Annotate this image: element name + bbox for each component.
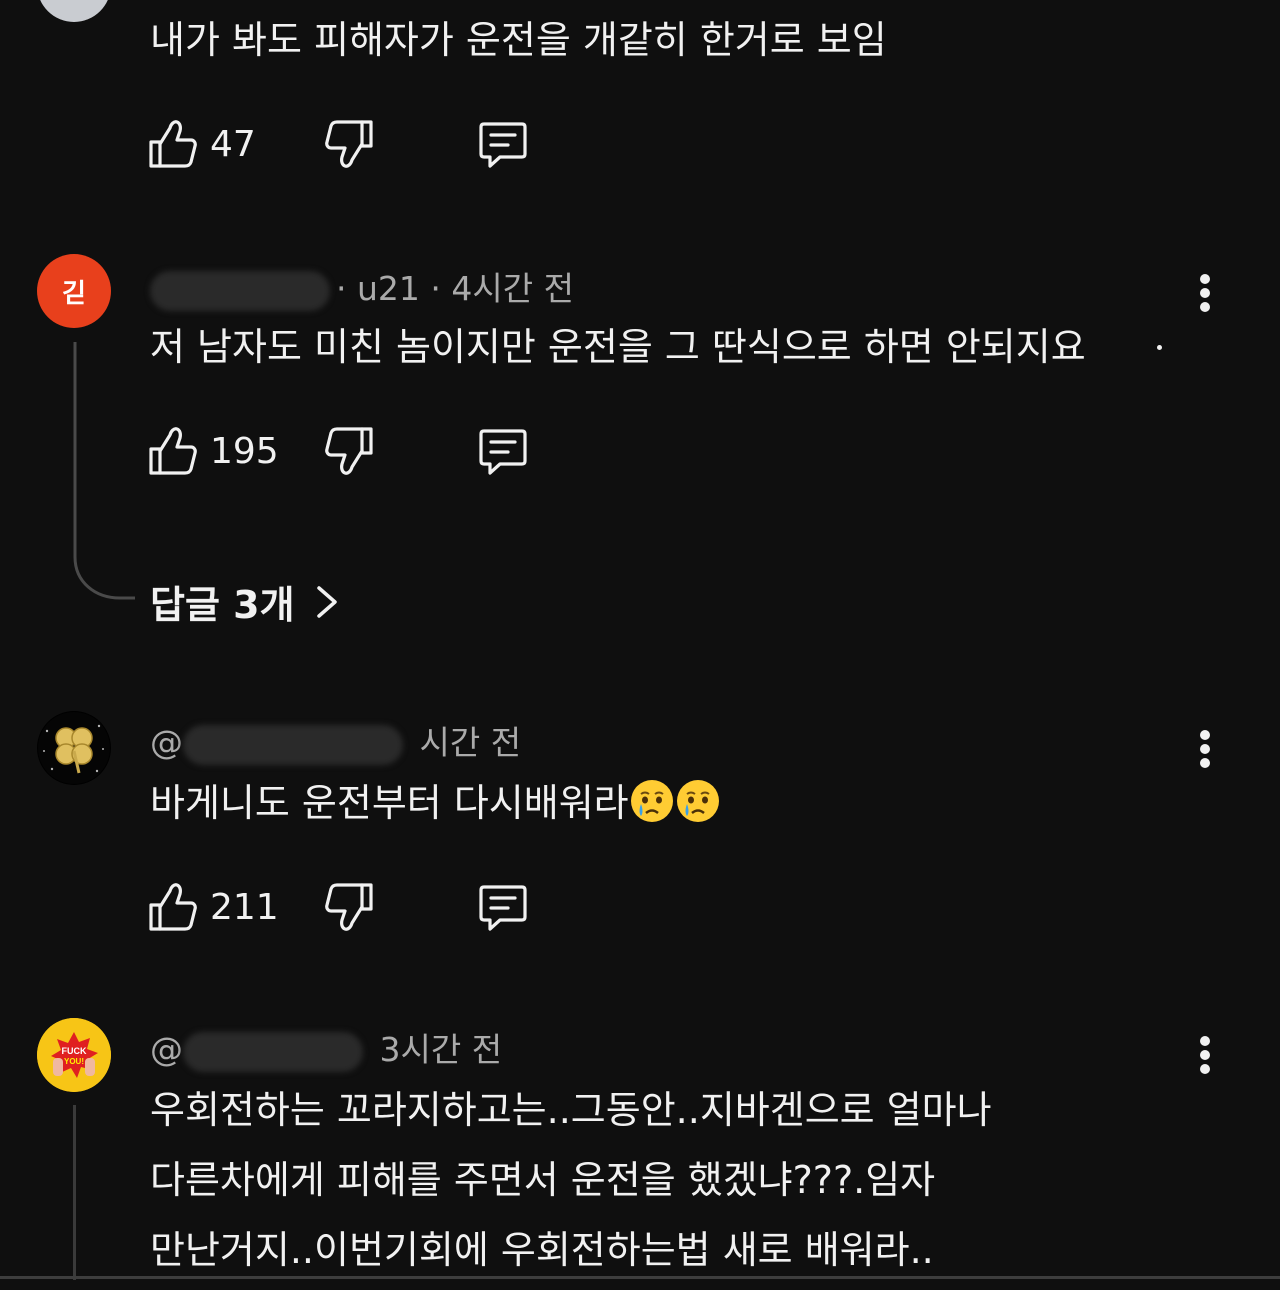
thumbs-down-icon xyxy=(325,427,373,475)
avatar[interactable]: FUCK YOU! xyxy=(37,1018,111,1092)
avatar-text: FUCK xyxy=(62,1046,87,1056)
thumbs-up-icon xyxy=(149,120,197,168)
svg-text:YOU!: YOU! xyxy=(64,1057,84,1066)
comment-text: 내가 봐도 피해자가 운전을 개같히 한거로 보임 xyxy=(150,18,887,62)
like-count: 195 xyxy=(210,430,279,472)
avatar[interactable] xyxy=(37,711,111,785)
kebab-menu-icon xyxy=(1200,730,1210,740)
thumbs-down-icon xyxy=(325,120,373,168)
redacted-author xyxy=(183,724,403,765)
timestamp: · 4시간 전 xyxy=(430,269,574,308)
avatar-letter: 긷 xyxy=(62,278,86,309)
thread-connector xyxy=(73,342,135,600)
crying-face-emoji xyxy=(630,780,673,822)
comment-text-body: 바게니도 운전부터 다시배워라 xyxy=(150,781,629,825)
replies-label: 답글 3개 xyxy=(150,583,295,627)
comment-text: 저 남자도 미친 놈이지만 운전을 그 딴식으로 하면 안되지요 xyxy=(150,325,1086,369)
like-button[interactable]: 195 xyxy=(148,423,279,479)
author-name[interactable]: @ xyxy=(150,1030,183,1069)
like-count: 211 xyxy=(210,886,279,928)
chevron-right-icon xyxy=(316,585,337,618)
thumbs-down-icon xyxy=(325,883,373,931)
author-name[interactable]: · u21 xyxy=(336,269,420,308)
comment-icon xyxy=(479,885,527,931)
comment-text: 바게니도 운전부터 다시배워라 xyxy=(150,768,721,838)
dislike-button[interactable] xyxy=(324,423,374,479)
more-options-button[interactable] xyxy=(1195,1036,1215,1080)
crying-face-emoji xyxy=(676,780,719,822)
bottom-divider xyxy=(0,1276,1280,1279)
comment-text-line: 만난거지..이번기회에 우회전하는법 새로 배워라.. xyxy=(150,1228,934,1272)
clover-icon xyxy=(38,712,110,784)
comment-icon xyxy=(479,122,527,168)
like-count: 47 xyxy=(210,123,256,165)
view-replies-button[interactable]: 답글 3개 xyxy=(150,574,343,629)
separator-dot xyxy=(1157,345,1162,350)
comment-text-line: 우회전하는 꼬라지하고는..그동안..지바겐으로 얼마나 xyxy=(150,1088,992,1132)
more-options-button[interactable] xyxy=(1195,0,1215,16)
like-button[interactable]: 211 xyxy=(148,879,279,935)
dislike-button[interactable] xyxy=(324,879,374,935)
avatar[interactable] xyxy=(37,0,111,22)
author-name[interactable]: @ xyxy=(150,723,183,762)
timestamp: 3시간 전 xyxy=(379,1030,503,1069)
redacted-author xyxy=(183,1031,363,1072)
reply-button[interactable] xyxy=(478,116,528,172)
more-options-button[interactable] xyxy=(1195,274,1215,318)
thumbs-up-icon xyxy=(149,427,197,475)
timestamp: 시간 전 xyxy=(419,723,522,762)
comment-meta: · u21 · 4시간 전 xyxy=(150,262,574,311)
reply-button[interactable] xyxy=(478,423,528,479)
redacted-author xyxy=(150,270,330,311)
comment-meta: @ 시간 전 xyxy=(150,716,521,765)
kebab-menu-icon xyxy=(1200,1036,1210,1046)
reply-button[interactable] xyxy=(478,879,528,935)
comment-icon xyxy=(479,429,527,475)
avatar-image: FUCK YOU! xyxy=(37,1018,111,1092)
comment-text: 우회전하는 꼬라지하고는..그동안..지바겐으로 얼마나 다른차에게 피해를 주… xyxy=(150,1075,992,1285)
avatar[interactable]: 긷 xyxy=(37,254,111,328)
comment-text-line: 다른차에게 피해를 주면서 운전을 했겠냐???.임자 xyxy=(150,1158,936,1202)
like-button[interactable]: 47 xyxy=(148,116,256,172)
more-options-button[interactable] xyxy=(1195,730,1215,774)
thread-connector xyxy=(73,1105,76,1280)
thumbs-up-icon xyxy=(149,883,197,931)
kebab-menu-icon xyxy=(1200,274,1210,284)
comment-meta: @ 3시간 전 xyxy=(150,1023,502,1072)
dislike-button[interactable] xyxy=(324,116,374,172)
